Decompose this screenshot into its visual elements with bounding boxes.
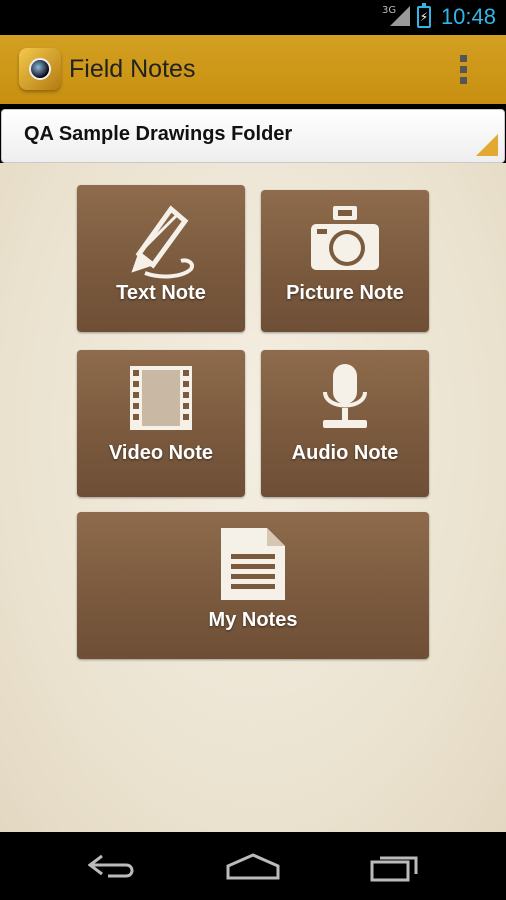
dropdown-arrow-icon	[476, 134, 498, 156]
back-icon[interactable]	[88, 852, 138, 880]
overflow-menu-icon[interactable]	[460, 55, 470, 85]
app-camera-icon[interactable]	[19, 48, 61, 90]
battery-icon: ⚡	[417, 3, 431, 28]
camera-icon	[311, 206, 379, 270]
signal-icon	[390, 6, 410, 26]
text-note-label: Text Note	[116, 282, 206, 304]
status-bar: 3G ⚡ 10:48	[0, 0, 506, 35]
my-notes-label: My Notes	[208, 609, 298, 631]
action-bar: Field Notes	[0, 35, 506, 104]
app-title: Field Notes	[69, 55, 196, 83]
home-icon[interactable]	[225, 852, 281, 882]
video-note-label: Video Note	[108, 442, 214, 464]
status-time: 10:48	[440, 4, 496, 29]
picture-note-label: Picture Note	[286, 282, 404, 304]
main-content: Text Note Picture Note Video Note Audio …	[0, 163, 506, 832]
film-icon	[130, 366, 192, 430]
audio-note-label: Audio Note	[291, 442, 399, 464]
folder-spinner[interactable]: QA Sample Drawings Folder	[1, 109, 505, 163]
recent-apps-icon[interactable]	[370, 852, 420, 882]
picture-note-button[interactable]: Picture Note	[261, 190, 429, 332]
microphone-icon	[323, 364, 367, 428]
system-navigation-bar	[0, 832, 506, 900]
folder-spinner-value: QA Sample Drawings Folder	[24, 123, 293, 145]
text-note-button[interactable]: Text Note	[77, 185, 245, 332]
pencil-icon	[131, 205, 194, 279]
my-notes-button[interactable]: My Notes	[77, 512, 429, 659]
audio-note-button[interactable]: Audio Note	[261, 350, 429, 497]
video-note-button[interactable]: Video Note	[77, 350, 245, 497]
document-icon	[221, 528, 285, 600]
